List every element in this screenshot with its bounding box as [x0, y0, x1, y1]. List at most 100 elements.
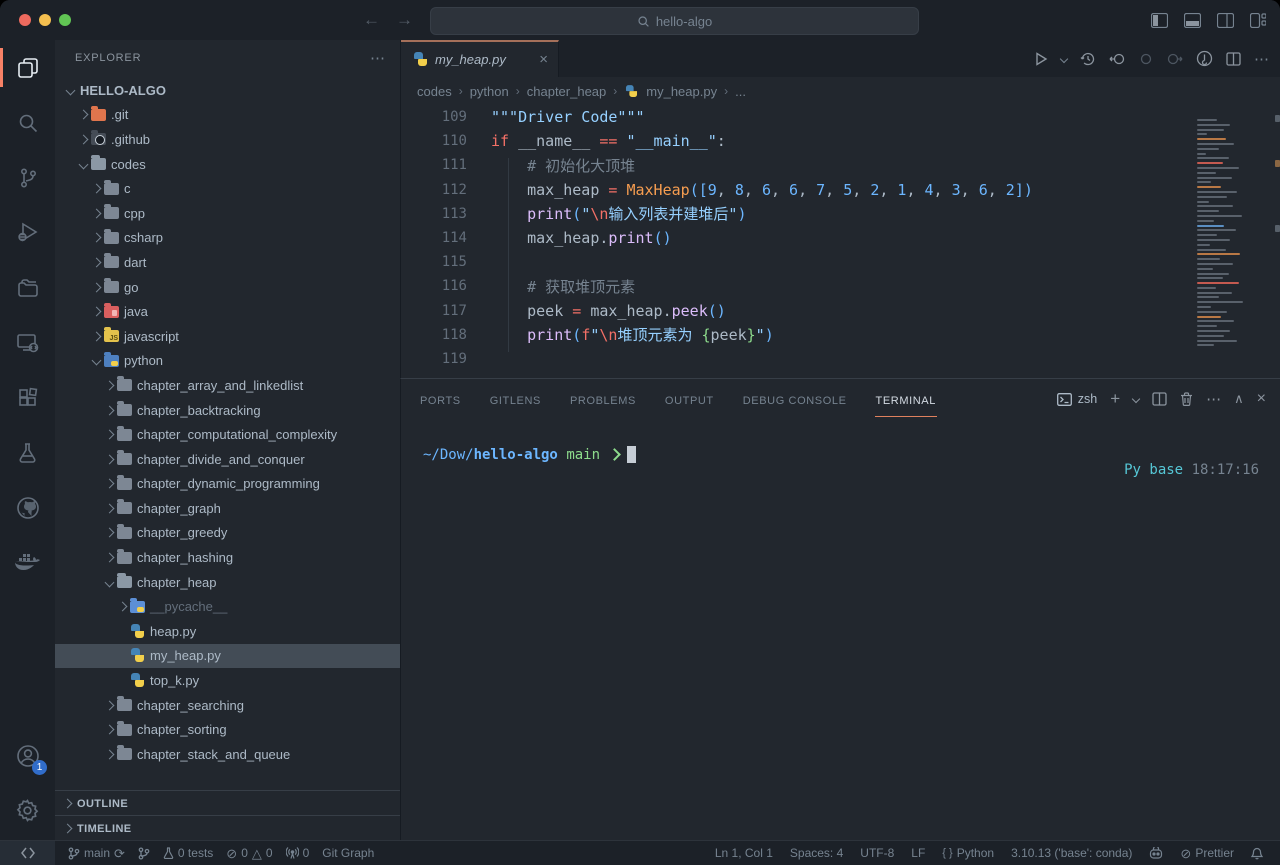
- branch-status[interactable]: main ⟳: [68, 846, 125, 860]
- cursor-position-status[interactable]: Ln 1, Col 1: [715, 846, 773, 860]
- panel-tab-output[interactable]: OUTPUT: [664, 382, 715, 417]
- tree-item-heap.py[interactable]: heap.py: [55, 619, 400, 644]
- change-icon[interactable]: [1139, 52, 1153, 66]
- toggle-secondary-sidebar-icon[interactable]: [1217, 13, 1234, 28]
- tree-item-chapter_dynamic_programming[interactable]: chapter_dynamic_programming: [55, 472, 400, 497]
- terminal-shell-select[interactable]: zsh: [1057, 392, 1097, 406]
- extensions-view-icon[interactable]: [0, 370, 55, 425]
- tree-item-__pycache__[interactable]: __pycache__: [55, 594, 400, 619]
- encoding-status[interactable]: UTF-8: [860, 846, 894, 860]
- tree-item-chapter_stack_and_queue[interactable]: chapter_stack_and_queue: [55, 742, 400, 767]
- tree-item-chapter_graph[interactable]: chapter_graph: [55, 496, 400, 521]
- breadcrumb-file[interactable]: my_heap.py: [646, 84, 717, 99]
- tab-my-heap-py[interactable]: my_heap.py ×: [401, 40, 559, 77]
- explorer-more-actions-icon[interactable]: ⋯: [370, 49, 386, 67]
- git-graph-status[interactable]: Git Graph: [322, 846, 374, 860]
- tree-item-chapter_heap[interactable]: chapter_heap: [55, 570, 400, 595]
- tree-item-chapter_searching[interactable]: chapter_searching: [55, 693, 400, 718]
- breadcrumb-tail[interactable]: ...: [735, 84, 746, 99]
- tree-item-csharp[interactable]: csharp: [55, 226, 400, 251]
- panel-tab-terminal[interactable]: TERMINAL: [875, 382, 937, 417]
- language-mode-status[interactable]: { } Python: [942, 846, 994, 860]
- panel-more-actions-icon[interactable]: ⋯: [1206, 390, 1221, 408]
- explorer-view-icon[interactable]: [0, 40, 55, 95]
- remote-indicator[interactable]: [0, 841, 55, 865]
- source-control-view-icon[interactable]: [0, 150, 55, 205]
- tree-item-go[interactable]: go: [55, 275, 400, 300]
- github-view-icon[interactable]: [0, 480, 55, 535]
- docker-view-icon[interactable]: [0, 535, 55, 590]
- tree-item-chapter_divide_and_conquer[interactable]: chapter_divide_and_conquer: [55, 447, 400, 472]
- tree-item-top_k.py[interactable]: top_k.py: [55, 668, 400, 693]
- tree-item-cpp[interactable]: cpp: [55, 201, 400, 226]
- tree-item-HELLO-ALGO[interactable]: HELLO-ALGO: [55, 78, 400, 103]
- breadcrumb-item[interactable]: python: [470, 84, 509, 99]
- close-window-button[interactable]: [19, 14, 31, 26]
- remote-explorer-view-icon[interactable]: [0, 315, 55, 370]
- gitlens-history-icon[interactable]: [1080, 51, 1096, 67]
- maximize-panel-icon[interactable]: ∧: [1234, 391, 1244, 407]
- minimize-window-button[interactable]: [39, 14, 51, 26]
- split-editor-icon[interactable]: [1226, 52, 1241, 66]
- command-center-search[interactable]: hello-algo: [430, 7, 919, 35]
- panel-tab-debug-console[interactable]: DEBUG CONSOLE: [742, 382, 848, 417]
- gitlens-status[interactable]: [138, 847, 150, 860]
- minimap[interactable]: [1197, 119, 1269, 359]
- run-python-file-icon[interactable]: [1034, 52, 1048, 66]
- tree-item-c[interactable]: c: [55, 176, 400, 201]
- tree-item-.git[interactable]: .git: [55, 103, 400, 128]
- commit-graph-icon[interactable]: [1196, 50, 1213, 67]
- overview-ruler[interactable]: [1273, 105, 1280, 378]
- search-view-icon[interactable]: [0, 95, 55, 150]
- tree-item-chapter_hashing[interactable]: chapter_hashing: [55, 545, 400, 570]
- notifications-bell[interactable]: [1251, 847, 1263, 860]
- toggle-panel-icon[interactable]: [1184, 13, 1201, 28]
- code-editor[interactable]: 109"""Driver Code"""110if __name__ == "_…: [401, 105, 1280, 378]
- maximize-window-button[interactable]: [59, 14, 71, 26]
- nav-forward-icon[interactable]: →: [396, 10, 413, 30]
- tree-item-chapter_array_and_linkedlist[interactable]: chapter_array_and_linkedlist: [55, 373, 400, 398]
- folder-view-icon[interactable]: [0, 260, 55, 315]
- panel-tab-gitlens[interactable]: GITLENS: [489, 382, 542, 417]
- copilot-status[interactable]: [1149, 847, 1163, 860]
- timeline-section[interactable]: TIMELINE: [55, 815, 400, 840]
- kill-terminal-trash-icon[interactable]: [1180, 392, 1193, 406]
- tree-item-my_heap.py[interactable]: my_heap.py: [55, 644, 400, 669]
- breadcrumb-item[interactable]: chapter_heap: [527, 84, 607, 99]
- tests-status[interactable]: 0 tests: [163, 846, 213, 860]
- tree-item-chapter_computational_complexity[interactable]: chapter_computational_complexity: [55, 422, 400, 447]
- ports-status[interactable]: 0: [286, 846, 310, 860]
- nav-back-icon[interactable]: ←: [363, 10, 380, 30]
- outline-section[interactable]: OUTLINE: [55, 790, 400, 816]
- tree-item-java[interactable]: java: [55, 299, 400, 324]
- tree-item-dart[interactable]: dart: [55, 250, 400, 275]
- tree-item-chapter_greedy[interactable]: chapter_greedy: [55, 521, 400, 546]
- tree-item-javascript[interactable]: javascript: [55, 324, 400, 349]
- customize-layout-icon[interactable]: [1250, 13, 1266, 28]
- breadcrumb-item[interactable]: codes: [417, 84, 452, 99]
- close-tab-icon[interactable]: ×: [539, 51, 548, 68]
- new-terminal-icon[interactable]: +: [1110, 389, 1120, 409]
- toggle-sidebar-icon[interactable]: [1151, 13, 1168, 28]
- tree-item-codes[interactable]: codes: [55, 152, 400, 177]
- prettier-status[interactable]: ⊘ Prettier: [1180, 846, 1234, 860]
- tree-item-chapter_sorting[interactable]: chapter_sorting: [55, 717, 400, 742]
- python-interpreter-status[interactable]: 3.10.13 ('base': conda): [1011, 846, 1132, 860]
- close-panel-icon[interactable]: ×: [1257, 390, 1266, 408]
- editor-more-actions-icon[interactable]: ⋯: [1254, 50, 1269, 68]
- terminal-content[interactable]: ~/Dow/hello-algo main Py base 18:17:16: [401, 419, 1280, 839]
- testing-view-icon[interactable]: [0, 425, 55, 480]
- next-change-icon[interactable]: [1166, 52, 1183, 66]
- tree-item-.github[interactable]: .github: [55, 127, 400, 152]
- run-debug-view-icon[interactable]: [0, 205, 55, 260]
- settings-gear-icon[interactable]: [0, 783, 55, 838]
- problems-status[interactable]: ⊘ 0 △ 0: [226, 846, 272, 860]
- tree-item-python[interactable]: python: [55, 349, 400, 374]
- terminal-dropdown-chevron-icon[interactable]: [1132, 395, 1140, 403]
- prev-change-icon[interactable]: [1109, 52, 1126, 66]
- panel-tab-ports[interactable]: PORTS: [419, 382, 462, 417]
- run-dropdown-chevron-icon[interactable]: [1060, 54, 1068, 62]
- indentation-status[interactable]: Spaces: 4: [790, 846, 843, 860]
- tree-item-chapter_backtracking[interactable]: chapter_backtracking: [55, 398, 400, 423]
- eol-status[interactable]: LF: [911, 846, 925, 860]
